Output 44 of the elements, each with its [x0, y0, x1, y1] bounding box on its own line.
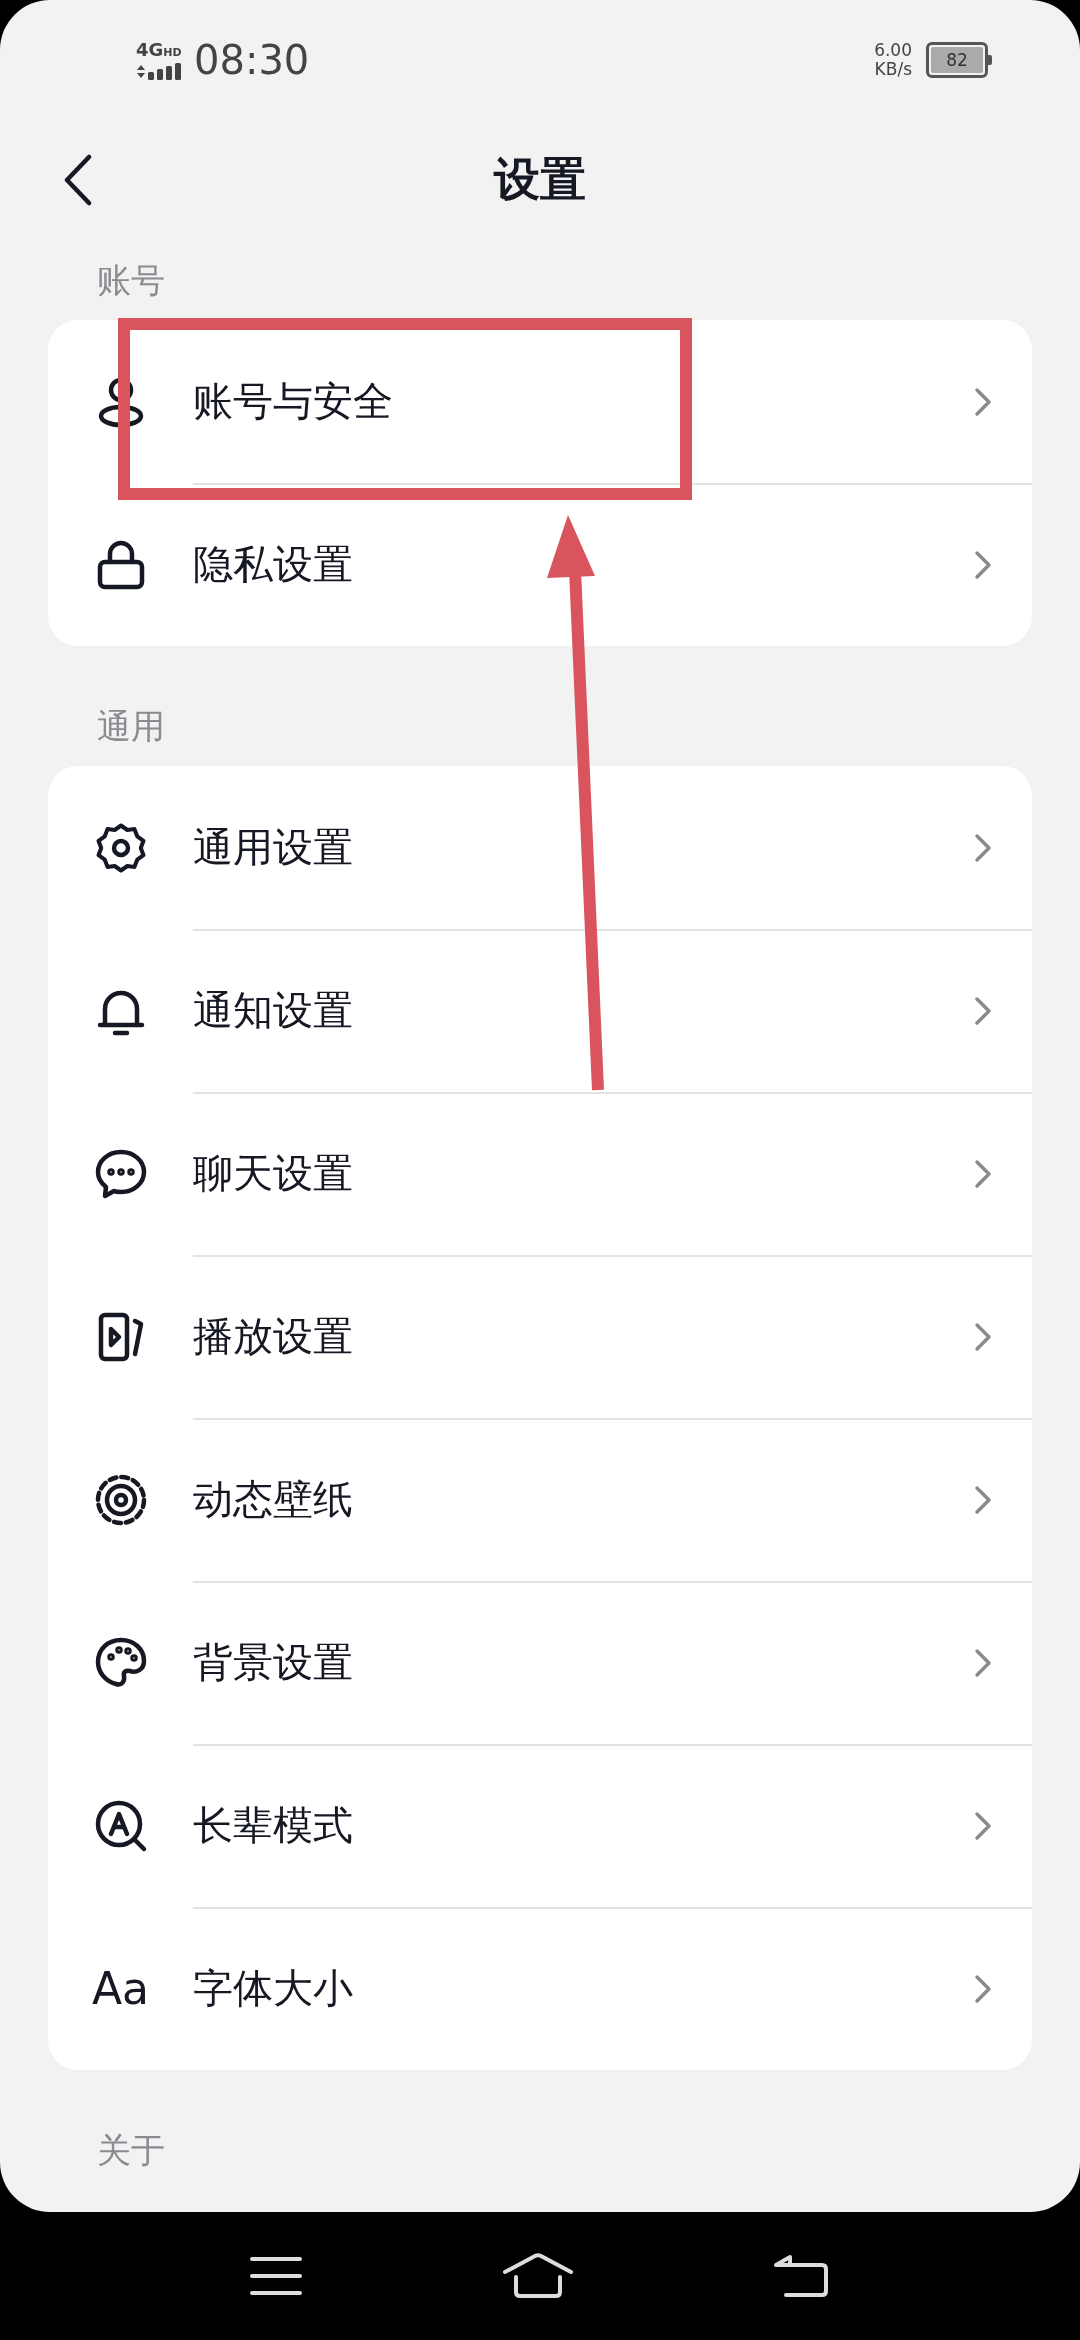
- chevron-right-icon: [974, 386, 992, 417]
- chevron-right-icon: [974, 1321, 992, 1352]
- settings-row[interactable]: 播放设置: [48, 1255, 1032, 1418]
- settings-row[interactable]: 长辈模式: [48, 1744, 1032, 1907]
- row-label: 动态壁纸: [193, 1475, 354, 1524]
- page-title: 设置: [494, 151, 586, 208]
- row-label: 通知设置: [193, 986, 354, 1035]
- section-heading: 账号: [97, 260, 165, 300]
- battery-icon: 82: [926, 42, 988, 78]
- chevron-right-icon: [974, 832, 992, 863]
- chevron-right-icon: [974, 1973, 992, 2004]
- signal-icon: [136, 61, 182, 80]
- chevron-right-icon: [974, 1647, 992, 1678]
- settings-row[interactable]: 聊天设置: [48, 1092, 1032, 1255]
- network-type: 4GHD: [136, 40, 182, 62]
- settings-row[interactable]: 背景设置: [48, 1581, 1032, 1744]
- settings-row[interactable]: 隐私设置: [48, 483, 1032, 646]
- speed-unit: KB/s: [874, 60, 912, 79]
- section-heading: 通用: [97, 706, 165, 746]
- section-heading: 关于: [97, 2130, 165, 2170]
- back-icon[interactable]: [774, 2253, 830, 2299]
- chevron-right-icon: [974, 995, 992, 1026]
- row-label: 聊天设置: [193, 1149, 354, 1198]
- chevron-right-icon: [974, 1158, 992, 1189]
- clock-time: 08:30: [194, 37, 310, 83]
- row-label: 背景设置: [193, 1638, 354, 1687]
- row-label: 长辈模式: [193, 1801, 354, 1850]
- settings-row[interactable]: 通知设置: [48, 929, 1032, 1092]
- row-label: 播放设置: [193, 1312, 354, 1361]
- network-speed: 6.00: [874, 41, 912, 60]
- row-label: 隐私设置: [193, 540, 354, 589]
- row-label: 账号与安全: [193, 377, 394, 426]
- font-size-icon: Aa: [91, 1963, 150, 2014]
- chevron-right-icon: [974, 549, 992, 580]
- menu-icon[interactable]: [250, 2256, 302, 2296]
- chevron-right-icon: [974, 1484, 992, 1515]
- home-icon[interactable]: [502, 2253, 574, 2299]
- row-label: 字体大小: [193, 1964, 354, 2013]
- settings-row[interactable]: Aa 字体大小: [48, 1907, 1032, 2070]
- settings-row[interactable]: 动态壁纸: [48, 1418, 1032, 1581]
- settings-row[interactable]: 账号与安全: [48, 320, 1032, 483]
- chevron-right-icon: [974, 1810, 992, 1841]
- settings-row[interactable]: 通用设置: [48, 766, 1032, 929]
- row-label: 通用设置: [193, 823, 354, 872]
